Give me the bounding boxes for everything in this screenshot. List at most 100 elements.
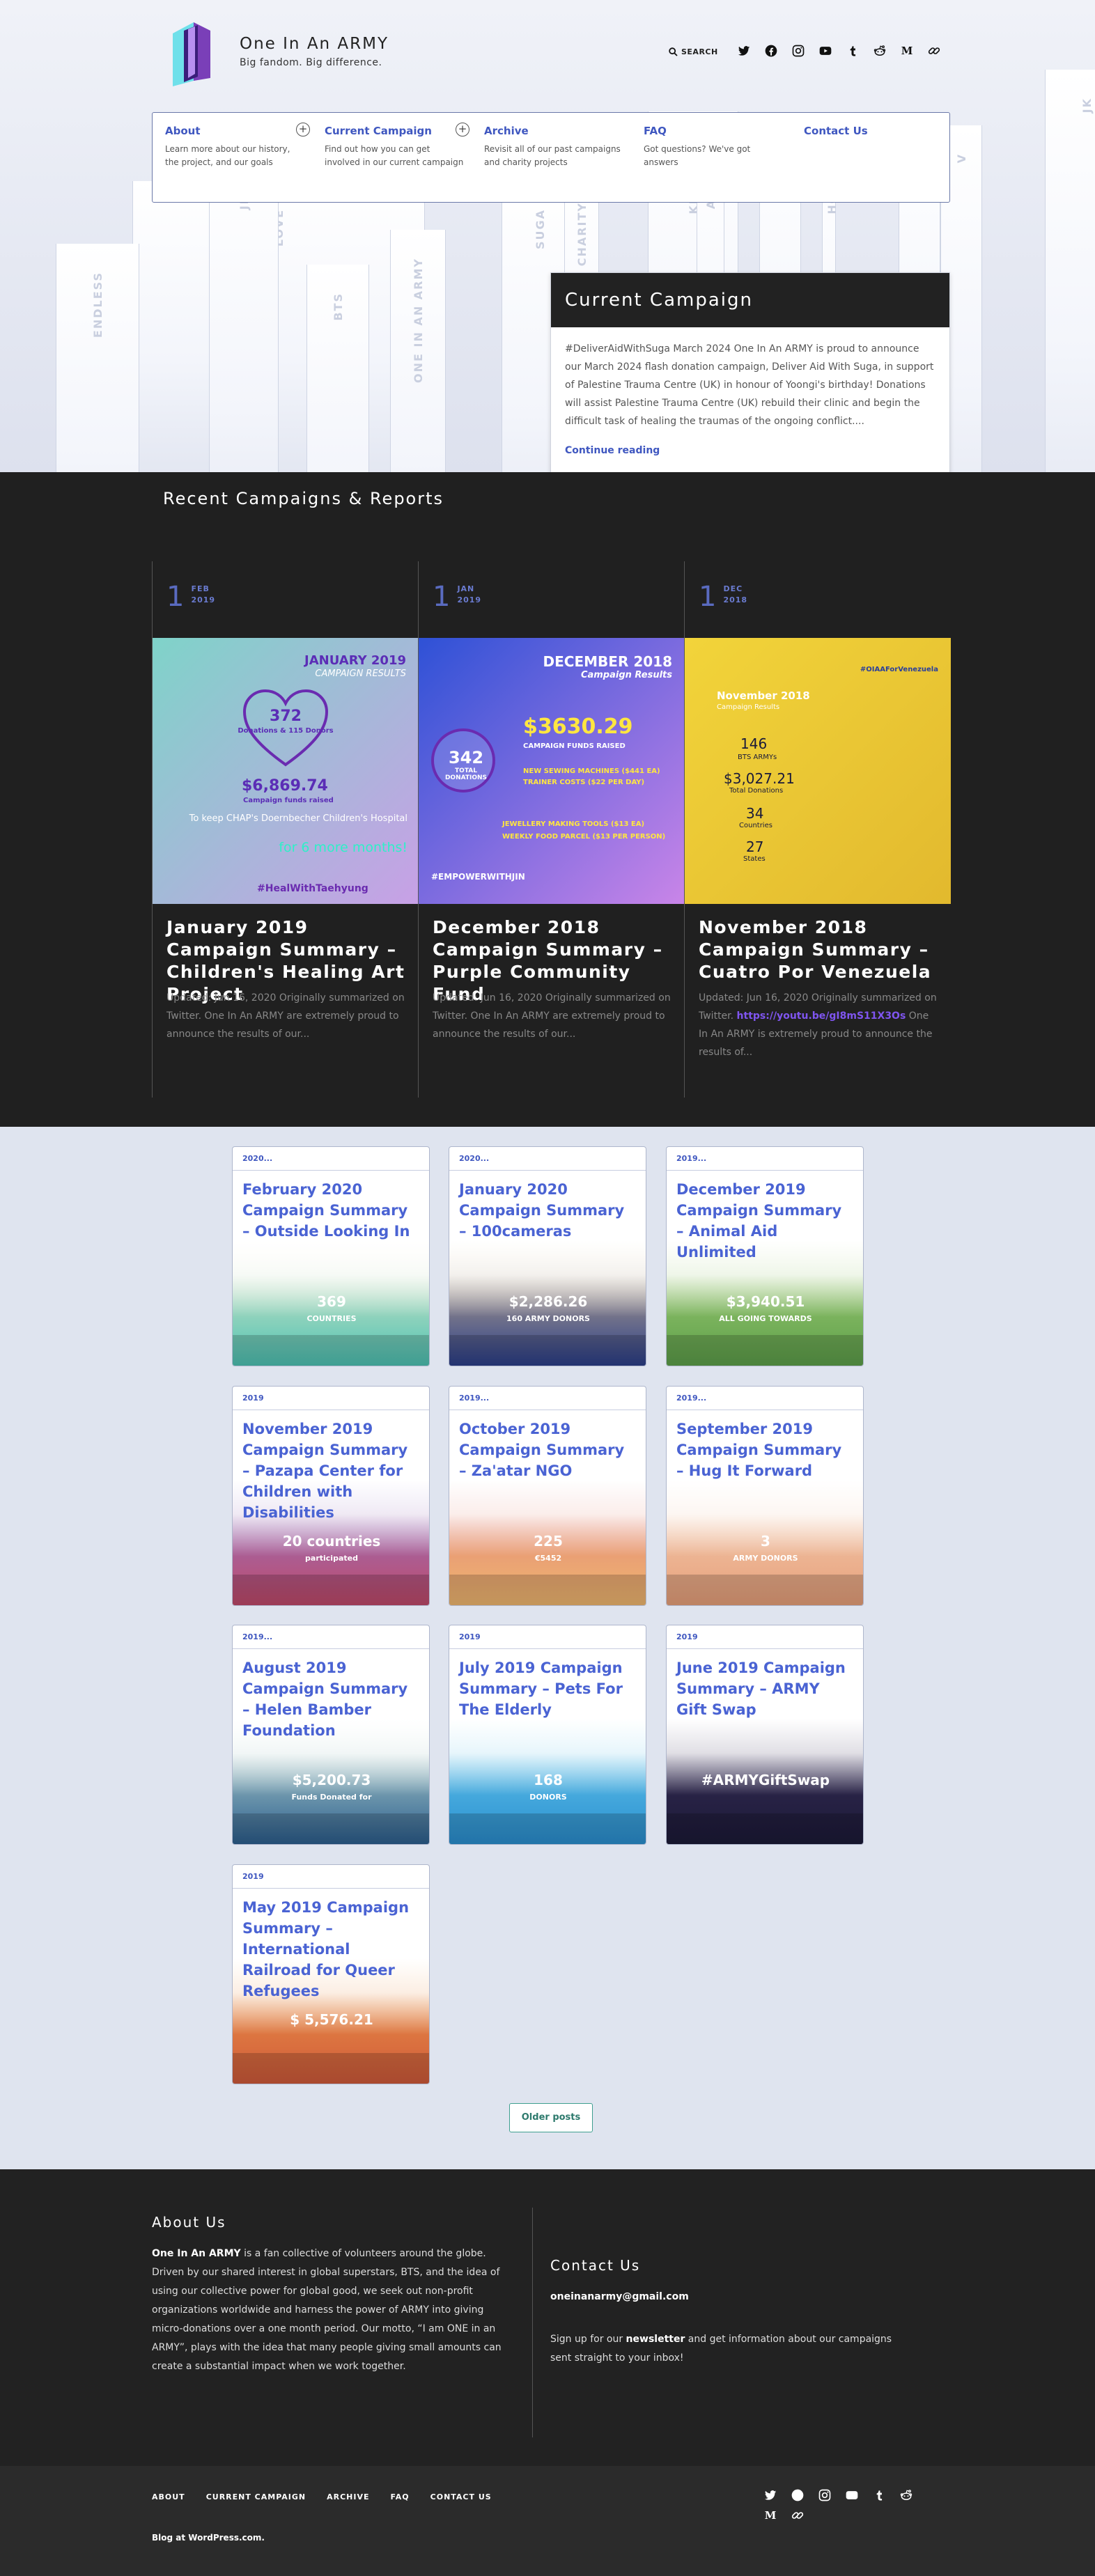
archive-post-title[interactable]: August 2019 Campaign Summary – Helen Bam… [233,1649,429,1749]
nav-item-label[interactable]: About [165,125,201,137]
archive-post-thumbnail[interactable]: 225 €5452 [449,1480,646,1605]
instagram-icon[interactable] [815,2485,834,2504]
post-category-tag[interactable]: 2019... [667,1147,863,1171]
archive-post-thumbnail[interactable]: 369 COUNTRIES [233,1240,429,1366]
recent-campaign-card[interactable]: 1 DEC 2018 November 2018 Campaign Results 146… [684,561,951,1098]
post-date-month-year: DEC 2018 [723,581,747,613]
reddit-icon[interactable] [870,41,889,60]
footer-nav-faq[interactable]: FAQ [391,2492,410,2501]
archive-post-title[interactable]: December 2019 Campaign Summary – Animal … [667,1171,863,1271]
footer-nav-contact-us[interactable]: CONTACT US [430,2492,492,2501]
link-icon-glyph [928,47,940,54]
post-category-tag[interactable]: 2019 [233,1865,429,1889]
post-date-day: 1 [699,581,717,613]
post-category-tag[interactable]: 2019 [667,1625,863,1649]
campaign-infographic[interactable]: DECEMBER 2018 Campaign Results $3630.29 CAM… [419,638,685,904]
archive-post-card[interactable]: 2020... January 2020 Campaign Summary – 1… [449,1146,646,1366]
archive-post-card[interactable]: 2019 May 2019 Campaign Summary – Internat… [232,1864,430,2084]
tumblr-icon[interactable] [869,2485,888,2504]
contact-email-link[interactable]: oneinanarmy@gmail.com [550,2291,689,2302]
archive-post-thumbnail[interactable]: 3 ARMY DONORS [667,1480,863,1605]
reddit-icon[interactable] [896,2485,915,2504]
nav-item-about[interactable]: About Learn more about our history, the p… [165,124,304,169]
expand-submenu-icon[interactable]: + [296,123,310,136]
hero-pillar: BTS [306,265,369,472]
archive-post-thumbnail[interactable]: #ARMYGiftSwap [667,1719,863,1844]
site-title[interactable]: One In An ARMY [240,35,389,53]
footer-nav-archive[interactable]: ARCHIVE [327,2492,369,2501]
recent-campaign-card[interactable]: 1 JAN 2019 DECEMBER 2018 Campaign Results $36… [418,561,685,1098]
archive-post-title[interactable]: February 2020 Campaign Summary – Outside… [233,1171,429,1250]
twitter-icon[interactable] [734,41,753,60]
campaign-infographic[interactable]: JANUARY 2019 CAMPAIGN RESULTS 372 Donations… [153,638,419,904]
archive-post-title[interactable]: June 2019 Campaign Summary – ARMY Gift S… [667,1649,863,1728]
archive-post-card[interactable]: 2019 July 2019 Campaign Summary – Pets Fo… [449,1625,646,1845]
archive-post-card[interactable]: 2019... December 2019 Campaign Summary – … [666,1146,864,1366]
nav-item-label[interactable]: Contact Us [804,125,868,137]
facebook-icon[interactable] [761,41,780,60]
infographic-donations-label: TOTAL DONATIONS [444,767,488,781]
youtube-icon[interactable] [816,41,834,60]
facebook-icon[interactable] [788,2485,807,2504]
footer-nav-current-campaign[interactable]: CURRENT CAMPAIGN [206,2492,306,2501]
recent-campaign-excerpt: Updated: Jun 16, 2020 Originally summari… [433,989,674,1043]
newsletter-link[interactable]: newsletter [626,2334,685,2345]
continue-reading-link[interactable]: Continue reading [551,445,674,456]
nav-item-contact-us[interactable]: Contact Us [804,124,943,143]
newsletter-pre: Sign up for our [550,2334,626,2345]
infographic-line-1: NEW SEWING MACHINES ($441 EA) [523,767,660,775]
nav-item-label[interactable]: Current Campaign [325,125,432,137]
search-button[interactable]: SEARCH [669,47,718,56]
medium-icon[interactable]: M [761,2506,779,2524]
excerpt-youtube-link[interactable]: https://youtu.be/gI8mS11X3Os [737,1010,906,1022]
archive-post-card[interactable]: 2019 June 2019 Campaign Summary – ARMY Gi… [666,1625,864,1845]
campaign-infographic[interactable]: November 2018 Campaign Results 146 BTS ARMY… [685,638,951,904]
nav-item-archive[interactable]: Archive Revisit all of our past campaigns… [484,124,623,169]
post-category-tag[interactable]: 2019 [233,1387,429,1410]
link-icon[interactable] [788,2506,807,2524]
archive-post-title[interactable]: November 2019 Campaign Summary – Pazapa … [233,1410,429,1531]
instagram-icon[interactable] [789,41,807,60]
archive-post-card[interactable]: 2019... September 2019 Campaign Summary –… [666,1386,864,1606]
nav-item-label[interactable]: FAQ [644,125,667,137]
nav-item-faq[interactable]: FAQ Got questions? We've got answers [644,124,783,169]
post-category-tag[interactable]: 2020... [233,1147,429,1171]
expand-submenu-icon[interactable]: + [456,123,469,136]
recent-campaign-card[interactable]: 1 FEB 2019 JANUARY 2019 CAMPAIGN RESULTS 372 D… [152,561,419,1098]
wordpress-credit-link[interactable]: Blog at WordPress.com. [152,2533,265,2543]
hero-pillar: JIN [209,160,279,472]
infographic-line-2: Countries [739,822,772,829]
medium-icon[interactable]: M [897,41,916,60]
nav-item-description: Find out how you can get involved in our… [325,144,464,167]
post-category-tag[interactable]: 2019 [449,1625,646,1649]
link-icon[interactable] [924,41,943,60]
infographic-hashtag: #EMPOWERWITHJIN [431,872,525,882]
archive-post-title[interactable]: May 2019 Campaign Summary – Internationa… [233,1889,429,2010]
site-logo[interactable] [167,18,216,88]
archive-post-title[interactable]: September 2019 Campaign Summary – Hug It… [667,1410,863,1490]
archive-post-card[interactable]: 2019... October 2019 Campaign Summary – Z… [449,1386,646,1606]
youtube-icon[interactable] [842,2485,861,2504]
archive-post-thumbnail[interactable]: 168 DONORS [449,1719,646,1844]
nav-item-current-campaign[interactable]: Current Campaign Find out how you can get… [325,124,464,169]
twitter-icon[interactable] [761,2485,779,2504]
archive-post-title[interactable]: January 2020 Campaign Summary – 100camer… [449,1171,646,1250]
post-category-tag[interactable]: 2020... [449,1147,646,1171]
older-posts-button[interactable]: Older posts [509,2103,593,2132]
tumblr-icon[interactable] [843,41,862,60]
footer-nav-about[interactable]: ABOUT [152,2492,185,2501]
nav-item-label[interactable]: Archive [484,125,529,137]
archive-post-thumbnail[interactable]: $2,286.26 160 ARMY DONORS [449,1240,646,1366]
archive-post-card[interactable]: 2020... February 2020 Campaign Summary – … [232,1146,430,1366]
post-category-tag[interactable]: 2019... [449,1387,646,1410]
recent-campaign-excerpt: Updated: Jun 16, 2020 Originally summari… [699,989,940,1061]
archive-post-card[interactable]: 2019... August 2019 Campaign Summary – He… [232,1625,430,1845]
post-category-tag[interactable]: 2019... [667,1387,863,1410]
recent-campaign-title[interactable]: November 2018 Campaign Summary – Cuatro … [699,916,940,983]
archive-post-title[interactable]: October 2019 Campaign Summary – Za'atar … [449,1410,646,1490]
link-icon-glyph [791,2511,803,2519]
post-category-tag[interactable]: 2019... [233,1625,429,1649]
medium-icon-glyph: M [764,2509,776,2522]
archive-post-title[interactable]: July 2019 Campaign Summary – Pets For Th… [449,1649,646,1728]
archive-post-card[interactable]: 2019 November 2019 Campaign Summary – Paz… [232,1386,430,1606]
